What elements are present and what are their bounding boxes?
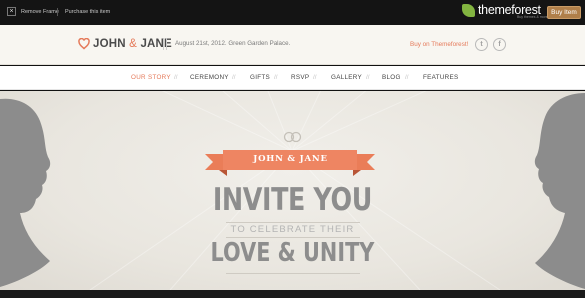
bride-name: JANE <box>140 38 172 50</box>
nav-separator: // <box>405 74 409 81</box>
nav-gifts[interactable]: GIFTS <box>250 74 270 81</box>
bottom-bar <box>0 290 585 298</box>
nav-blog[interactable]: BLOG <box>382 74 401 81</box>
facebook-icon[interactable]: f <box>493 38 506 51</box>
ampersand: & <box>129 38 138 50</box>
hero-banner: JOHN & JANE INVITE YOU TO CELEBRATE THEI… <box>0 91 585 290</box>
leaf-icon <box>462 4 475 17</box>
divider <box>166 38 167 50</box>
divider <box>226 222 360 223</box>
buy-item-button[interactable]: Buy Item <box>547 6 581 19</box>
nav-gallery[interactable]: GALLERY <box>331 74 362 81</box>
event-date: August 21st, 2012. Green Garden Palace. <box>175 40 291 47</box>
nav-separator: // <box>313 74 317 81</box>
main-nav: OUR STORY // CEREMONY // GIFTS // RSVP /… <box>0 66 585 90</box>
nav-separator: // <box>232 74 236 81</box>
divider <box>57 8 58 16</box>
invite-heading: INVITE YOU <box>212 182 372 218</box>
ribbon-text: JOHN & JANE <box>253 154 328 164</box>
wedding-rings-icon <box>283 131 302 143</box>
celebrate-subheading: TO CELEBRATE THEIR <box>230 224 355 235</box>
love-heading: LOVE & UNITY <box>210 238 375 268</box>
twitter-icon[interactable]: t <box>475 38 488 51</box>
nav-separator: // <box>274 74 278 81</box>
buy-on-themeforest-link[interactable]: Buy on Themeforest! <box>410 41 468 48</box>
heart-icon <box>78 38 90 50</box>
nav-features[interactable]: FEATURES <box>423 74 459 81</box>
nav-ceremony[interactable]: CEREMONY <box>190 74 229 81</box>
remove-frame-label: Remove Frame <box>21 8 59 15</box>
site-header: JOHN & JANE August 21st, 2012. Green Gar… <box>0 25 585 65</box>
nav-our-story[interactable]: OUR STORY <box>131 74 171 81</box>
site-logo[interactable]: JOHN & JANE <box>93 38 172 50</box>
nav-separator: // <box>174 74 178 81</box>
frame-topbar: × Remove Frame Purchase this item themef… <box>0 0 585 25</box>
remove-frame-link[interactable]: × Remove Frame <box>7 7 59 16</box>
divider <box>226 273 360 274</box>
groom-name: JOHN <box>93 38 126 50</box>
nav-separator: // <box>366 74 370 81</box>
purchase-link[interactable]: Purchase this item <box>65 9 110 15</box>
nav-rsvp[interactable]: RSVP <box>291 74 309 81</box>
brand-tagline: Buy themes & more <box>517 15 548 19</box>
divider <box>163 38 164 50</box>
close-icon: × <box>7 7 16 16</box>
